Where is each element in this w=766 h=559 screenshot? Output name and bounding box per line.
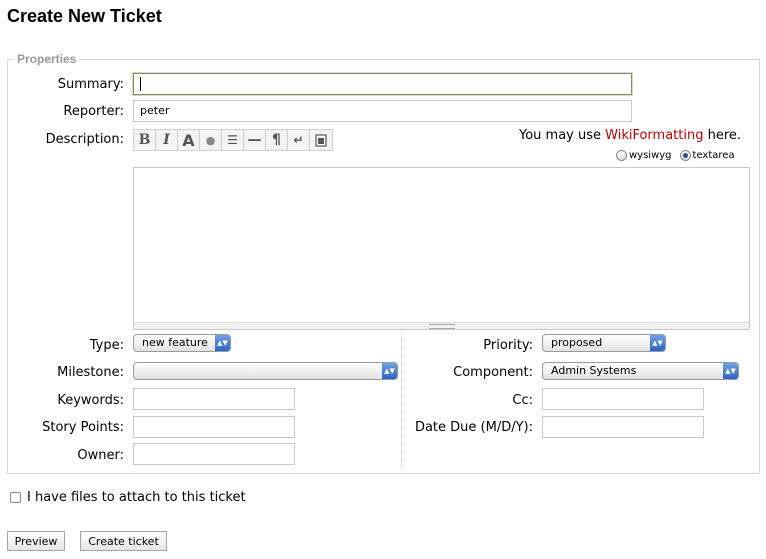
attach-files-row: I have files to attach to this ticket	[10, 490, 246, 505]
summary-input[interactable]	[133, 73, 632, 95]
text-caret	[140, 77, 141, 91]
image-icon[interactable]	[310, 130, 332, 150]
wysiwyg-radio[interactable]	[616, 150, 627, 161]
priority-label: Priority:	[483, 338, 533, 353]
priority-select[interactable]: proposed ▲▼	[542, 334, 666, 352]
component-label: Component:	[453, 365, 533, 380]
textarea-radio[interactable]	[679, 150, 691, 161]
image-icon-glyph	[315, 134, 327, 147]
date-due-label: Date Due (M/D/Y):	[414, 420, 533, 435]
italic-icon[interactable]: I	[156, 130, 178, 150]
page-title: Create New Ticket	[7, 6, 162, 26]
type-label: Type:	[89, 338, 124, 353]
column-divider	[401, 332, 402, 467]
link-icon[interactable]: ●	[200, 130, 222, 150]
paragraph-icon[interactable]: ¶	[266, 130, 288, 150]
story-points-input[interactable]	[133, 416, 295, 438]
wiki-hint: You may use WikiFormatting here.	[519, 128, 742, 143]
reporter-input[interactable]: peter	[133, 100, 632, 122]
heading-icon[interactable]: A	[178, 130, 200, 150]
component-select[interactable]: Admin Systems ▲▼	[542, 362, 739, 380]
type-select[interactable]: new feature ▲▼	[133, 334, 231, 352]
owner-label: Owner:	[77, 448, 124, 463]
reporter-label: Reporter:	[63, 104, 124, 119]
wikiformatting-link[interactable]: WikiFormatting	[605, 128, 703, 143]
select-arrows-icon: ▲▼	[382, 363, 397, 379]
description-label: Description:	[45, 132, 124, 147]
cc-input[interactable]	[542, 388, 704, 410]
create-ticket-button[interactable]: Create ticket	[80, 531, 167, 551]
attach-files-checkbox[interactable]	[10, 492, 21, 503]
bold-icon[interactable]: B	[134, 130, 156, 150]
resize-grip[interactable]	[134, 322, 749, 329]
keywords-label: Keywords:	[57, 393, 124, 408]
owner-input[interactable]	[133, 443, 295, 465]
description-textarea[interactable]	[133, 167, 750, 330]
milestone-select[interactable]: ▲▼	[133, 362, 398, 380]
preview-button[interactable]: Preview	[7, 531, 65, 551]
wysiwyg-label: wysiwyg	[629, 150, 672, 161]
summary-label: Summary:	[57, 77, 124, 92]
properties-legend: Properties	[17, 52, 77, 66]
select-arrows-icon: ▲▼	[650, 335, 665, 351]
horizontal-rule-icon[interactable]: —	[244, 130, 266, 150]
select-arrows-icon: ▲▼	[723, 363, 738, 379]
wiki-toolbar: B I A ● ☰ — ¶ ↵	[133, 129, 333, 151]
date-due-input[interactable]	[542, 416, 704, 438]
editor-mode-switch: wysiwyg textarea	[616, 150, 735, 161]
line-break-icon[interactable]: ↵	[288, 130, 310, 150]
story-points-label: Story Points:	[42, 420, 124, 435]
attach-files-label: I have files to attach to this ticket	[27, 490, 246, 505]
code-block-icon[interactable]: ☰	[222, 130, 244, 150]
milestone-label: Milestone:	[57, 365, 124, 380]
textarea-label: textarea	[692, 150, 735, 161]
keywords-input[interactable]	[133, 388, 295, 410]
cc-label: Cc:	[512, 393, 533, 408]
select-arrows-icon: ▲▼	[215, 335, 230, 351]
